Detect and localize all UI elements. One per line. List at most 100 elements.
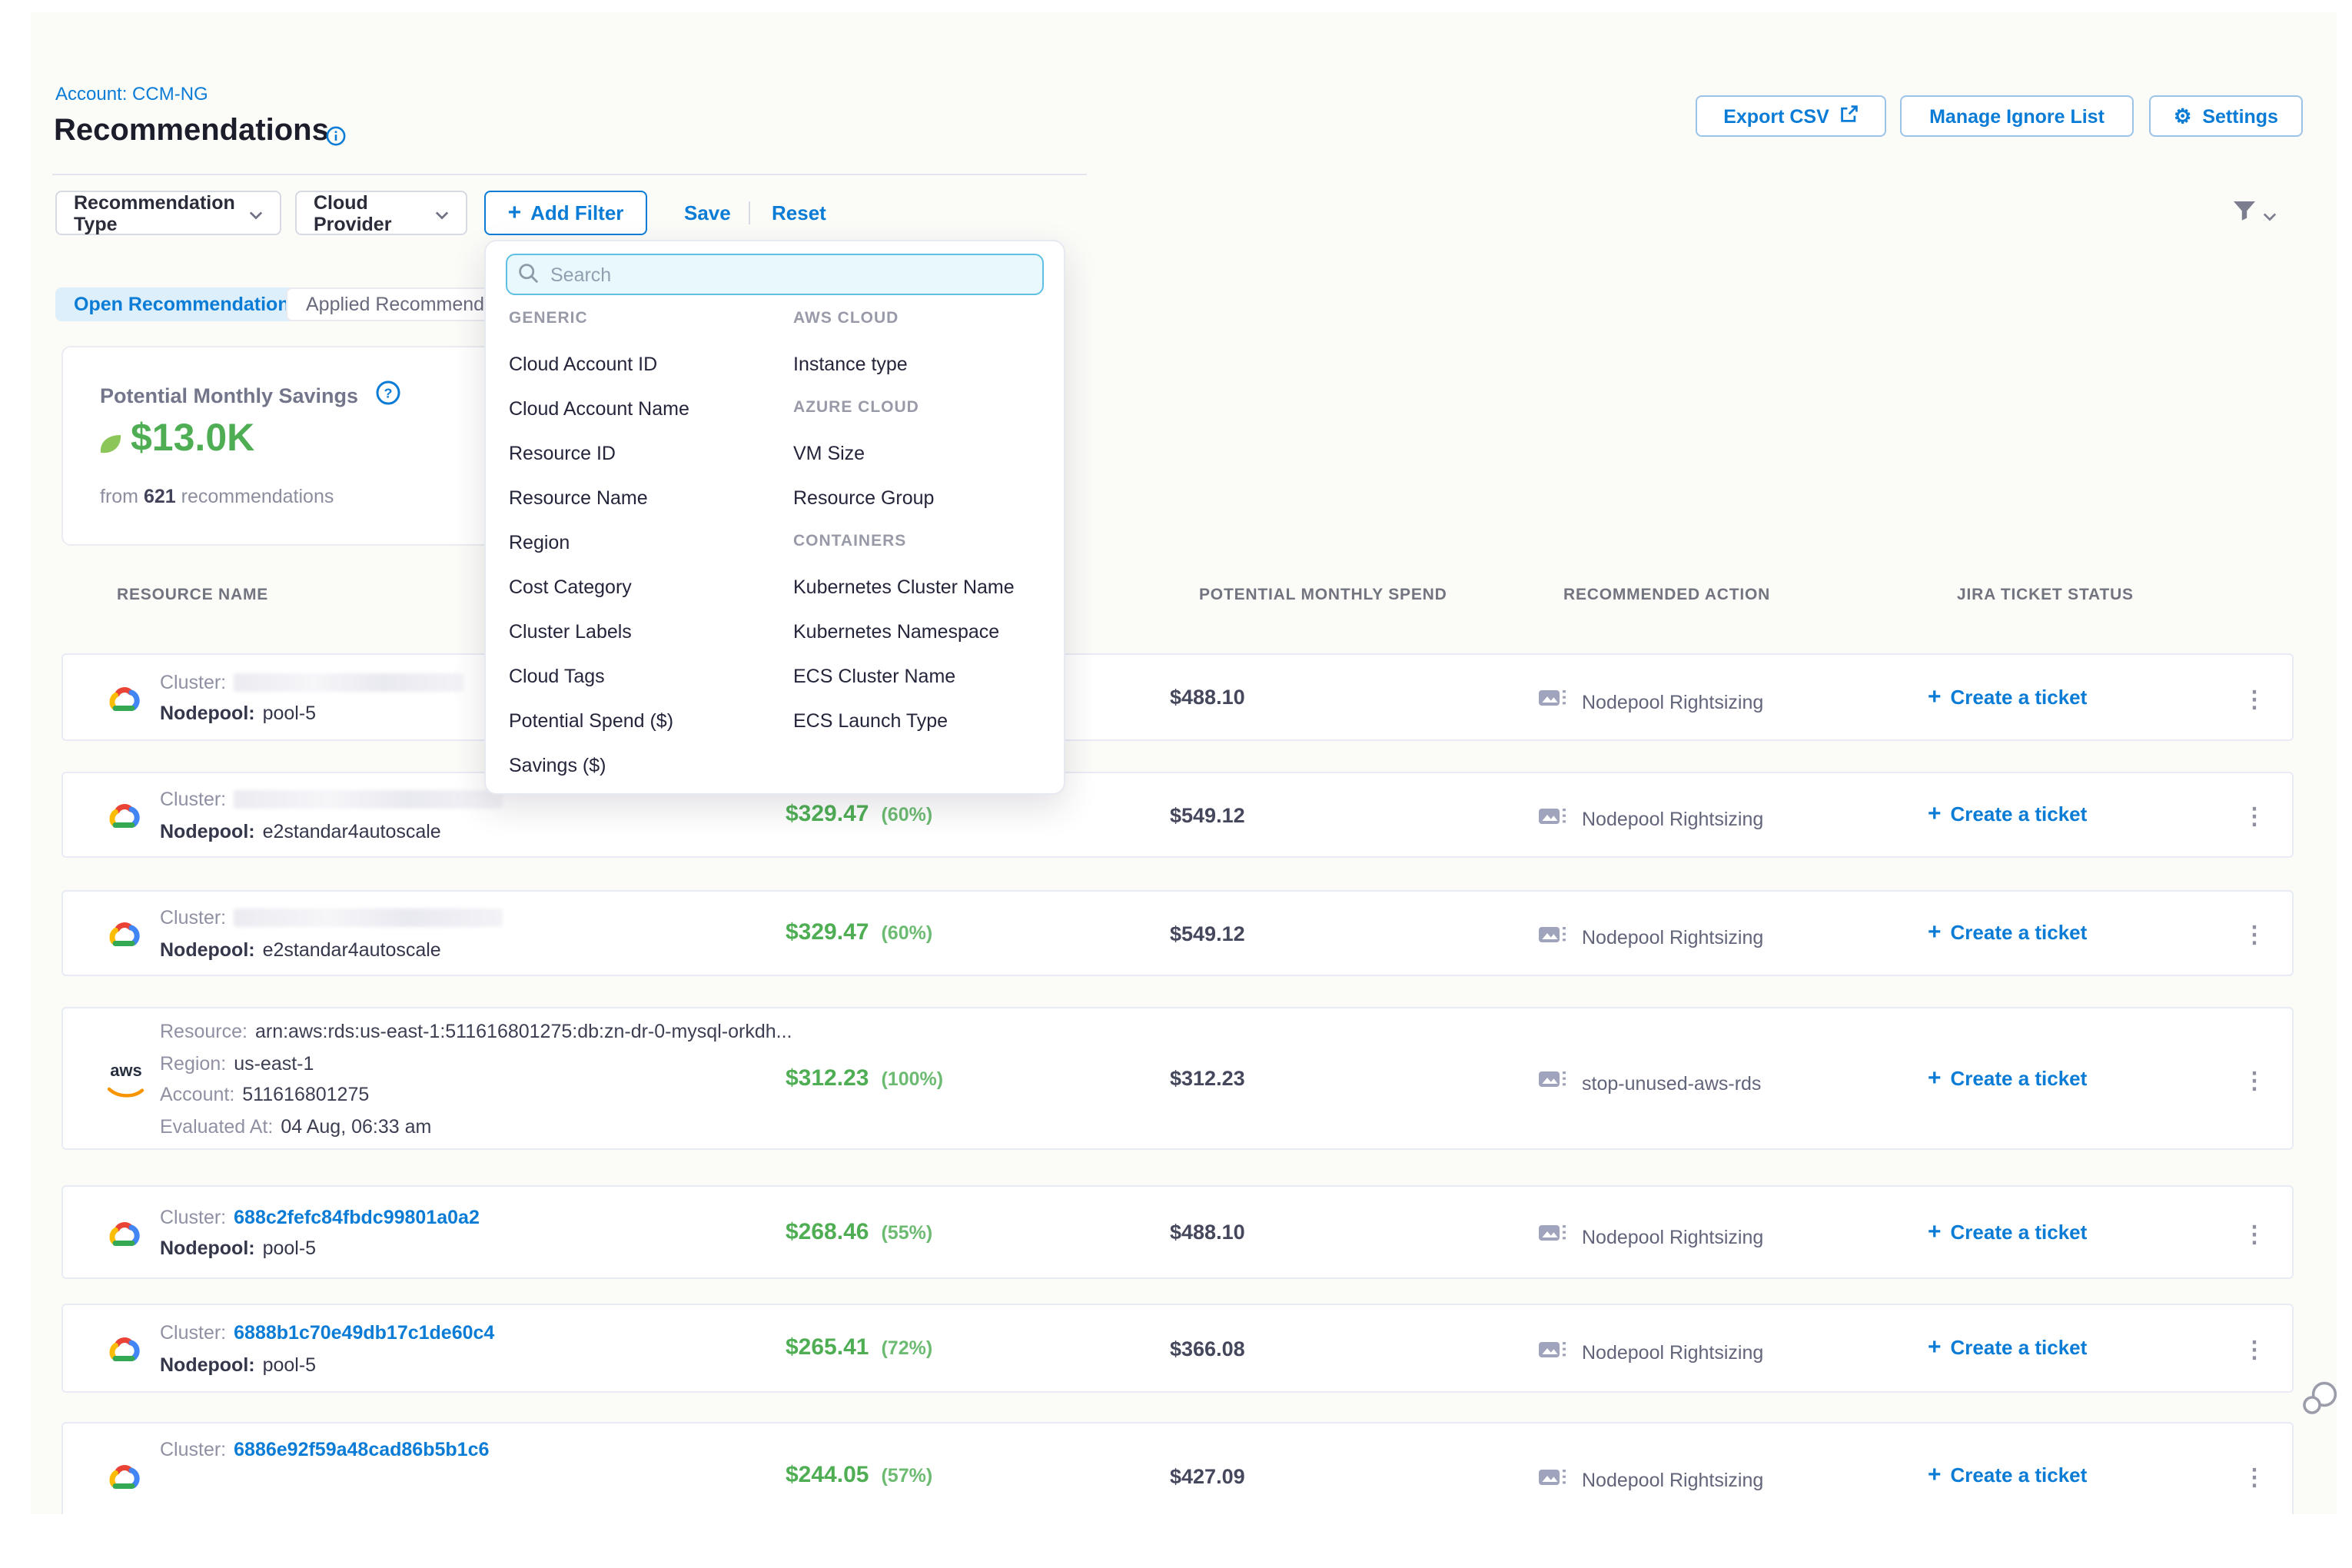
row-menu-button[interactable]: ⋮ xyxy=(2243,921,2264,948)
resource-line: Cluster: 6888b1c70e49db17c1de60c4 xyxy=(160,1317,494,1349)
title-info-icon[interactable] xyxy=(326,126,346,154)
add-filter-button[interactable]: + Add Filter xyxy=(484,191,647,235)
table-row[interactable]: Cluster:688c2fefc84fbdc99801a0a2Nodepool… xyxy=(61,1185,2294,1279)
field-value: us-east-1 xyxy=(234,1053,314,1075)
filter-section-aws-cloud: AWS CLOUD xyxy=(793,309,899,327)
search-icon xyxy=(518,263,540,292)
field-label: Nodepool: xyxy=(160,703,255,725)
plus-icon: + xyxy=(1928,801,1942,827)
savings-cell: $268.46(55%) xyxy=(786,1218,932,1244)
create-ticket-button[interactable]: +Create a ticket xyxy=(1928,1334,2087,1360)
resource-line: Nodepool:pool-5 xyxy=(160,1349,494,1380)
tab-open-recommendations[interactable]: Open Recommendations xyxy=(55,287,319,321)
resource-line: Cluster: xyxy=(160,902,503,934)
column-header-jira-ticket-status: JIRA TICKET STATUS xyxy=(1957,586,2134,604)
create-ticket-button[interactable]: +Create a ticket xyxy=(1928,1218,2087,1244)
filter-option-potential-spend[interactable]: Potential Spend ($) xyxy=(509,710,673,732)
cluster-link[interactable]: 688c2fefc84fbdc99801a0a2 xyxy=(234,1207,480,1228)
filter-option-cloud-account-name[interactable]: Cloud Account Name xyxy=(509,398,689,420)
rightsizing-action-icon xyxy=(1537,803,1570,835)
reset-filter-button[interactable]: Reset xyxy=(772,191,826,235)
filter-option-cloud-tags[interactable]: Cloud Tags xyxy=(509,666,605,687)
settings-button[interactable]: ⚙ Settings xyxy=(2149,95,2303,137)
plus-icon: + xyxy=(1928,1334,1942,1360)
filter-option-kubernetes-cluster-name[interactable]: Kubernetes Cluster Name xyxy=(793,576,1015,598)
action-label: Nodepool Rightsizing xyxy=(1582,1226,1763,1247)
cluster-link[interactable]: 6886e92f59a48cad86b5b1c6 xyxy=(234,1440,489,1461)
table-row[interactable]: Cluster:Nodepool:e2standar4autoscale$329… xyxy=(61,772,2294,858)
filter-option-instance-type[interactable]: Instance type xyxy=(793,354,908,375)
filter-option-cost-category[interactable]: Cost Category xyxy=(509,576,632,598)
savings-amount: $13.0K xyxy=(131,417,254,461)
help-circle-icon[interactable]: ? xyxy=(375,380,401,414)
filter-funnel-button[interactable] xyxy=(2232,200,2277,229)
row-menu-button[interactable]: ⋮ xyxy=(2243,1336,2264,1364)
row-menu-button[interactable]: ⋮ xyxy=(2243,1220,2264,1247)
recommendation-type-filter[interactable]: Recommendation Type xyxy=(55,191,281,235)
savings-value: $265.41 xyxy=(786,1334,869,1360)
cloud-provider-filter[interactable]: Cloud Provider xyxy=(295,191,467,235)
rightsizing-action-icon xyxy=(1537,686,1570,718)
manage-ignore-list-button[interactable]: Manage Ignore List xyxy=(1900,95,2134,137)
resource-details: Cluster:Nodepool:e2standar4autoscale xyxy=(160,902,503,965)
filter-option-region[interactable]: Region xyxy=(509,532,570,553)
cloud-provider-label: Cloud Provider xyxy=(314,191,423,234)
create-ticket-label: Create a ticket xyxy=(1951,1220,2088,1243)
create-ticket-button[interactable]: +Create a ticket xyxy=(1928,801,2087,827)
table-row[interactable]: Cluster:Nodepool:pool-5$488.10Nodepool R… xyxy=(61,653,2294,741)
create-ticket-button[interactable]: +Create a ticket xyxy=(1928,919,2087,945)
create-ticket-button[interactable]: +Create a ticket xyxy=(1928,683,2087,709)
export-csv-label: Export CSV xyxy=(1723,105,1829,127)
filter-option-cloud-account-id[interactable]: Cloud Account ID xyxy=(509,354,657,375)
table-row[interactable]: Cluster:6886e92f59a48cad86b5b1c6$244.05(… xyxy=(61,1422,2294,1514)
savings-percent: (57%) xyxy=(881,1465,932,1487)
field-label: Nodepool: xyxy=(160,1354,255,1376)
cluster-link[interactable]: 6888b1c70e49db17c1de60c4 xyxy=(234,1323,494,1344)
filter-option-cluster-labels[interactable]: Cluster Labels xyxy=(509,621,632,643)
filter-option-resource-name[interactable]: Resource Name xyxy=(509,487,648,509)
svg-text:?: ? xyxy=(384,385,393,400)
table-row[interactable]: awsResource:arn:aws:rds:us-east-1:511616… xyxy=(61,1007,2294,1150)
table-row[interactable]: Cluster:Nodepool:e2standar4autoscale$329… xyxy=(61,890,2294,976)
create-ticket-button[interactable]: +Create a ticket xyxy=(1928,1065,2087,1091)
field-label: Cluster: xyxy=(160,789,226,811)
plus-icon: + xyxy=(1928,1065,1942,1091)
account-breadcrumb[interactable]: Account: CCM-NG xyxy=(55,83,208,105)
chevron-down-icon xyxy=(2263,201,2277,228)
filter-section-generic: GENERIC xyxy=(509,309,588,327)
table-row[interactable]: Cluster: 6888b1c70e49db17c1de60c4 Nodepool… xyxy=(61,1304,2294,1393)
help-chat-icon[interactable] xyxy=(2300,1379,2340,1427)
filter-option-resource-group[interactable]: Resource Group xyxy=(793,487,934,509)
filter-search-input[interactable] xyxy=(506,254,1044,295)
filter-section-containers: CONTAINERS xyxy=(793,532,906,550)
chevron-down-icon xyxy=(249,202,263,224)
row-menu-button[interactable]: ⋮ xyxy=(2243,1066,2264,1094)
filter-option-ecs-cluster-name[interactable]: ECS Cluster Name xyxy=(793,666,955,687)
filter-option-savings[interactable]: Savings ($) xyxy=(509,755,606,776)
action-label: Nodepool Rightsizing xyxy=(1582,809,1763,830)
row-menu-button[interactable]: ⋮ xyxy=(2243,685,2264,713)
gcp-cloud-icon xyxy=(106,1334,143,1373)
field-label: Cluster: xyxy=(160,1323,226,1344)
redacted-cluster-name xyxy=(234,909,503,928)
filter-option-ecs-launch-type[interactable]: ECS Launch Type xyxy=(793,710,948,732)
field-label: Cluster: xyxy=(160,1440,226,1461)
add-filter-dropdown: GENERIC Cloud Account ID Cloud Account Nam… xyxy=(484,240,1065,795)
filter-section-azure-cloud: AZURE CLOUD xyxy=(793,398,919,417)
create-ticket-button[interactable]: +Create a ticket xyxy=(1928,1462,2087,1488)
filter-option-kubernetes-namespace[interactable]: Kubernetes Namespace xyxy=(793,621,999,643)
plus-icon: + xyxy=(508,200,522,226)
field-label: Resource: xyxy=(160,1022,247,1043)
save-filter-button[interactable]: Save xyxy=(684,191,731,235)
filter-option-vm-size[interactable]: VM Size xyxy=(793,443,865,464)
gcp-cloud-icon xyxy=(106,683,143,722)
resource-line: Resource:arn:aws:rds:us-east-1:511616801… xyxy=(160,1016,792,1048)
external-link-icon xyxy=(1840,105,1859,128)
field-value: 511616801275 xyxy=(242,1085,369,1106)
row-menu-button[interactable]: ⋮ xyxy=(2243,802,2264,830)
filter-option-resource-id[interactable]: Resource ID xyxy=(509,443,616,464)
export-csv-button[interactable]: Export CSV xyxy=(1696,95,1886,137)
row-menu-button[interactable]: ⋮ xyxy=(2243,1463,2264,1491)
potential-savings-card: Potential Monthly Savings ? $13.0K from … xyxy=(61,346,507,546)
funnel-icon xyxy=(2232,200,2257,229)
